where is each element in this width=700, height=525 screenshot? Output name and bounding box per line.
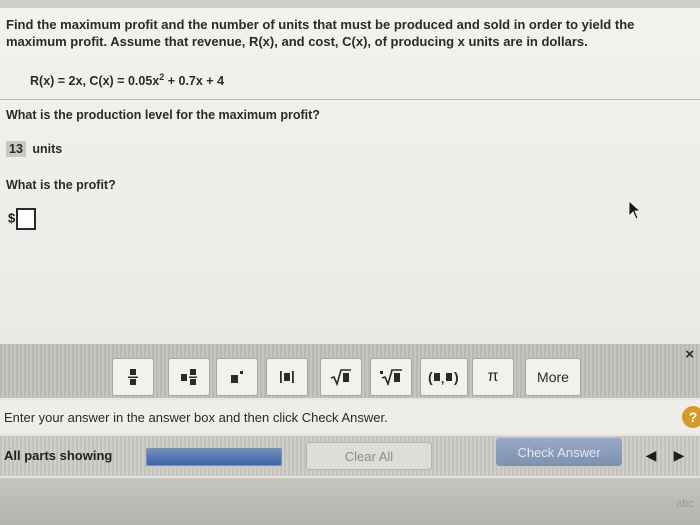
svg-text:(: (	[428, 369, 433, 385]
status-bar: All parts showing Clear All Check Answer…	[0, 436, 700, 476]
exponent-button[interactable]	[216, 358, 258, 396]
previous-part-icon[interactable]: ◀	[640, 444, 662, 466]
square-root-button[interactable]	[320, 358, 362, 396]
fraction-button[interactable]	[112, 358, 154, 396]
profit-answer-box[interactable]	[16, 208, 37, 230]
next-part-icon[interactable]: ▶	[668, 444, 690, 466]
help-icon[interactable]: ?	[682, 406, 700, 428]
nth-root-icon	[380, 369, 402, 386]
mouse-cursor-icon	[628, 200, 642, 220]
formula-left: R(x) = 2x, C(x) = 0.05x	[30, 74, 160, 89]
clear-all-button[interactable]: Clear All	[306, 442, 432, 470]
mixed-number-icon	[181, 369, 197, 385]
top-strip	[0, 0, 700, 8]
bottom-area: abc	[0, 478, 700, 525]
part1-prompt: What is the production level for the max…	[6, 108, 320, 122]
absolute-value-button[interactable]	[266, 358, 308, 396]
question-line-2: maximum profit. Assume that revenue, R(x…	[6, 34, 588, 49]
pi-button[interactable]: π	[472, 358, 514, 396]
screen: Find the maximum profit and the number o…	[0, 0, 700, 525]
part1-answer-unit: units	[32, 142, 63, 156]
ordered-pair-icon: ( , )	[428, 369, 459, 385]
instruction-bar: Enter your answer in the answer box and …	[0, 400, 700, 434]
absolute-value-icon	[280, 371, 294, 383]
parts-showing-label: All parts showing	[4, 448, 113, 463]
currency-symbol: $	[8, 210, 16, 226]
fraction-icon	[128, 369, 138, 385]
close-icon[interactable]: ×	[685, 346, 694, 363]
ordered-pair-button[interactable]: ( , )	[420, 358, 468, 396]
part1-answer-value[interactable]: 13	[6, 141, 26, 157]
svg-text:): )	[454, 369, 459, 385]
more-label: More	[537, 369, 569, 385]
square-root-icon	[330, 369, 351, 386]
more-button[interactable]: More	[525, 358, 581, 396]
instruction-text: Enter your answer in the answer box and …	[4, 410, 388, 425]
formula-right: + 0.7x + 4	[164, 74, 225, 89]
nth-root-button[interactable]	[370, 358, 412, 396]
exponent-icon	[231, 371, 243, 383]
formula: R(x) = 2x, C(x) = 0.05x2 + 0.7x + 4	[30, 72, 224, 88]
parts-progress-bar	[146, 448, 282, 466]
question-text: Find the maximum profit and the number o…	[6, 16, 666, 50]
question-line-1: Find the maximum profit and the number o…	[6, 17, 635, 32]
check-answer-button[interactable]: Check Answer	[496, 438, 622, 466]
part2-answer: $	[8, 208, 37, 230]
progress-fill	[147, 449, 281, 465]
mixed-number-button[interactable]	[168, 358, 210, 396]
math-toolbar: ( , ) π More ×	[0, 344, 700, 398]
svg-text:,: ,	[441, 372, 444, 385]
part1-answer: 13 units	[6, 141, 63, 157]
corner-text: abc	[676, 498, 694, 510]
divider	[0, 99, 700, 100]
part2-prompt: What is the profit?	[6, 178, 116, 192]
pi-icon: π	[487, 368, 499, 385]
